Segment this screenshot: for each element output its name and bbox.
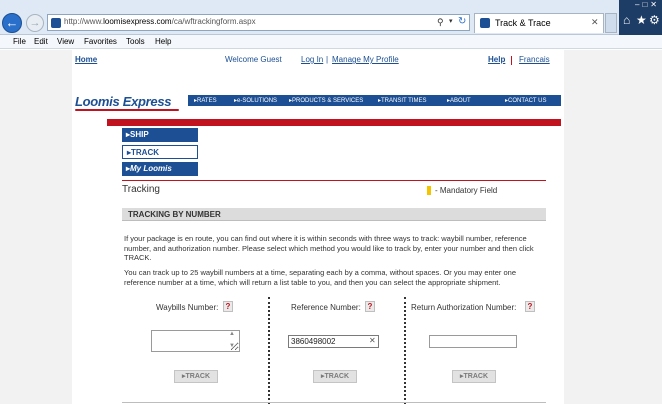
browser-tab[interactable]: Track & Trace ✕: [474, 13, 604, 33]
refresh-icon[interactable]: ↻: [458, 16, 466, 27]
gear-icon[interactable]: ⚙: [649, 13, 660, 27]
page-title: Tracking: [122, 184, 160, 195]
menu-help[interactable]: Help: [155, 37, 171, 46]
bottom-divider: [122, 402, 546, 403]
red-banner-strip: [107, 119, 561, 126]
menu-tools[interactable]: Tools: [126, 37, 145, 46]
return-authorization-label: Return Authorization Number:: [411, 303, 517, 312]
home-icon[interactable]: ⌂: [623, 13, 630, 27]
reference-input[interactable]: 3860498002: [288, 335, 379, 348]
scroll-up-icon[interactable]: ▲: [229, 331, 235, 337]
mandatory-swatch: [427, 186, 431, 195]
tab-title: Track & Trace: [495, 18, 551, 28]
nav-contact-us[interactable]: CONTACT US: [505, 97, 546, 104]
nav-products-services[interactable]: PRODUCTS & SERVICES: [289, 97, 363, 104]
manage-profile-link[interactable]: Manage My Profile: [332, 55, 399, 64]
sidebar-item-my-loomis[interactable]: My Loomis: [122, 162, 198, 176]
loomis-logo[interactable]: Loomis Express: [75, 94, 172, 109]
track-waybill-button[interactable]: TRACK: [174, 370, 218, 383]
address-bar[interactable]: http://www.loomisexpress.com/ca/wftracki…: [47, 14, 470, 31]
forward-arrow-icon[interactable]: →: [26, 14, 44, 32]
link-separator: |: [326, 55, 329, 64]
waybill-help-icon[interactable]: ?: [223, 301, 233, 312]
francais-link[interactable]: Francais: [519, 55, 550, 64]
nav-esolutions[interactable]: e-SOLUTIONS: [234, 97, 277, 104]
return-authorization-input[interactable]: [429, 335, 517, 348]
tab-favicon-icon: [480, 18, 490, 28]
reference-label: Reference Number:: [291, 303, 361, 312]
search-icon[interactable]: ⚲: [437, 17, 444, 28]
welcome-text: Welcome Guest: [225, 55, 282, 64]
track-reference-button[interactable]: TRACK: [313, 370, 357, 383]
close-icon[interactable]: ✕: [591, 17, 599, 28]
home-link[interactable]: Home: [75, 55, 97, 64]
sidebar-item-track[interactable]: TRACK: [122, 145, 198, 159]
new-tab-button[interactable]: [605, 13, 617, 33]
back-arrow-icon[interactable]: ←: [2, 13, 22, 33]
site-favicon-icon: [51, 18, 61, 28]
title-divider: [122, 180, 546, 181]
track-return-authorization-button[interactable]: TRACK: [452, 370, 496, 383]
page-content: Home Welcome Guest Log In | Manage My Pr…: [72, 50, 564, 404]
main-nav: RATES e-SOLUTIONS PRODUCTS & SERVICES TR…: [188, 95, 561, 106]
nav-transit-times[interactable]: TRANSIT TIMES: [378, 97, 426, 104]
window-controls[interactable]: –□✕: [619, 0, 662, 10]
browser-chrome: ← → http://www.loomisexpress.com/ca/wftr…: [0, 0, 662, 35]
mandatory-legend: - Mandatory Field: [435, 186, 498, 195]
section-header-label: TRACKING BY NUMBER: [128, 210, 221, 219]
link-divider: [511, 56, 512, 65]
section-header: TRACKING BY NUMBER: [122, 208, 546, 221]
top-links: Home Welcome Guest Log In | Manage My Pr…: [72, 55, 564, 67]
menu-edit[interactable]: Edit: [34, 37, 48, 46]
logo-swoosh: [75, 109, 179, 111]
chevron-down-icon[interactable]: ▾: [449, 17, 453, 25]
address-url[interactable]: http://www.loomisexpress.com/ca/wftracki…: [64, 17, 256, 26]
column-separator: [268, 297, 270, 404]
menu-bar: File Edit View Favorites Tools Help: [0, 35, 662, 49]
limits-paragraph: You can track up to 25 waybill numbers a…: [124, 268, 517, 287]
sidebar-item-ship[interactable]: SHIP: [122, 128, 198, 142]
nav-about[interactable]: ABOUT: [447, 97, 471, 104]
clear-icon[interactable]: ✕: [369, 336, 376, 345]
menu-file[interactable]: File: [13, 37, 26, 46]
reference-help-icon[interactable]: ?: [365, 301, 375, 312]
intro-paragraph: If your package is en route, you can fin…: [124, 234, 534, 262]
column-separator: [404, 297, 406, 404]
scroll-down-icon[interactable]: ▼: [229, 343, 235, 349]
waybill-input[interactable]: [151, 330, 240, 352]
menu-view[interactable]: View: [57, 37, 74, 46]
star-icon[interactable]: ★: [636, 13, 647, 27]
page-background: Home Welcome Guest Log In | Manage My Pr…: [0, 50, 662, 404]
nav-rates[interactable]: RATES: [194, 97, 217, 104]
login-link[interactable]: Log In: [301, 55, 323, 64]
help-link[interactable]: Help: [488, 55, 505, 64]
return-authorization-help-icon[interactable]: ?: [525, 301, 535, 312]
menu-favorites[interactable]: Favorites: [84, 37, 117, 46]
waybill-label: Waybills Number:: [156, 303, 219, 312]
